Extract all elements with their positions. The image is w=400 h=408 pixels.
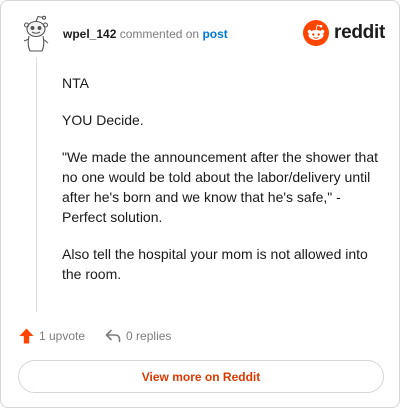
comment-paragraph: "We made the announcement after the show…	[62, 149, 379, 225]
comment-paragraph: YOU Decide.	[62, 112, 144, 128]
post-link[interactable]: post	[202, 27, 227, 41]
comment-body: NTA YOU Decide. "We made the announcemen…	[62, 73, 382, 301]
reply-arrow-icon	[105, 329, 121, 343]
comment-paragraph: NTA	[62, 75, 89, 91]
upvote-arrow-icon	[19, 328, 34, 344]
reddit-wordmark: reddit	[334, 22, 385, 43]
comment-meta: wpel_142 commented on post	[63, 27, 228, 41]
view-more-button[interactable]: View more on Reddit	[18, 360, 384, 393]
action-text: commented on	[119, 27, 200, 41]
upvote-count: 1 upvote	[39, 329, 86, 343]
snoo-avatar-icon[interactable]	[19, 15, 53, 53]
username-link[interactable]: wpel_142	[63, 27, 116, 41]
comment-header: wpel_142 commented on post reddit	[19, 15, 385, 55]
thread-line	[36, 57, 37, 312]
comment-embed-card: wpel_142 commented on post reddit NTA YO…	[0, 0, 400, 408]
comment-actions: 1 upvote 0 replies	[19, 326, 171, 346]
replies-count: 0 replies	[126, 329, 172, 343]
replies-button[interactable]: 0 replies	[105, 329, 171, 343]
comment-paragraph: Also tell the hospital your mom is not a…	[62, 246, 368, 282]
reddit-snoo-icon	[303, 20, 330, 46]
reddit-logo[interactable]: reddit	[303, 20, 385, 46]
upvote-button[interactable]: 1 upvote	[19, 328, 85, 344]
